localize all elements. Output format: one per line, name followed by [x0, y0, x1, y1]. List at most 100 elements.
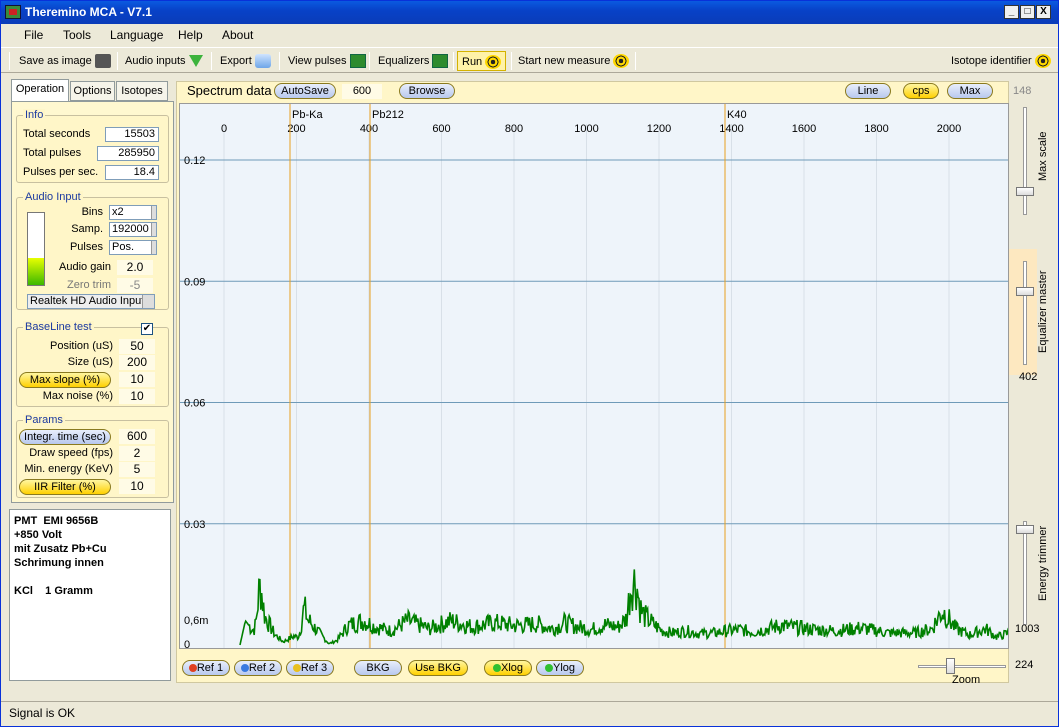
toolbar-grip	[9, 52, 10, 70]
right-sliders: 148 Max scale Equalizer master 402 Energ…	[1009, 81, 1059, 691]
menu-tools[interactable]: Tools	[63, 28, 91, 42]
save-image-button[interactable]: Save as image	[15, 51, 115, 71]
x-tick-label: 2000	[937, 123, 961, 135]
title-bar: Theremino MCA - V7.1 _ □ X	[1, 1, 1058, 24]
menu-file[interactable]: File	[24, 28, 43, 42]
audio-level-meter	[27, 212, 45, 286]
save-image-label: Save as image	[19, 55, 92, 67]
isotope-identifier-button[interactable]: Isotope identifier	[947, 51, 1055, 71]
dropdown-arrow-icon	[142, 295, 154, 308]
x-tick-label: 1600	[792, 123, 816, 135]
equalizer-thumb[interactable]	[1016, 287, 1034, 296]
audio-gain-value[interactable]: 2.0	[117, 260, 153, 275]
browse-button[interactable]: Browse	[399, 83, 455, 99]
ylog-button[interactable]: Ylog	[536, 660, 584, 676]
spectrum-plot[interactable]: 0200400600800100012001400160018002000220…	[179, 103, 1009, 649]
integr-time-button[interactable]: Integr. time (sec)	[19, 429, 111, 445]
toolbar-separator	[279, 52, 280, 70]
toolbar-separator	[635, 52, 636, 70]
baseline-checkbox[interactable]: ✔	[141, 323, 153, 335]
tab-options[interactable]: Options	[70, 81, 115, 101]
equalizers-label: Equalizers	[378, 55, 430, 67]
draw-speed-value[interactable]: 2	[119, 446, 155, 461]
iir-filter-button[interactable]: IIR Filter (%)	[19, 479, 111, 495]
menu-help[interactable]: Help	[178, 28, 203, 42]
pps-value: 18.4	[105, 165, 159, 180]
menu-about[interactable]: About	[222, 28, 253, 42]
equalizers-button[interactable]: Equalizers	[374, 51, 452, 71]
max-slope-value[interactable]: 10	[119, 372, 155, 387]
ylog-label: Ylog	[552, 662, 576, 674]
x-tick-label: 1400	[719, 123, 743, 135]
close-button[interactable]: X	[1036, 5, 1051, 19]
equalizer-label: Equalizer master	[1037, 270, 1049, 353]
autosave-button[interactable]: AutoSave	[274, 83, 336, 99]
spectrum-series-line	[239, 569, 1008, 646]
max-scale-thumb[interactable]	[1016, 187, 1034, 196]
audio-level-fill	[28, 257, 44, 285]
start-new-measure-button[interactable]: Start new measure	[514, 51, 633, 71]
iir-filter-value[interactable]: 10	[119, 479, 155, 494]
xlog-button[interactable]: Xlog	[484, 660, 532, 676]
audio-gain-label: Audio gain	[59, 261, 111, 273]
tab-operation[interactable]: Operation	[11, 79, 69, 101]
max-noise-value[interactable]: 10	[119, 389, 155, 404]
isotope-marker-label: Pb212	[372, 109, 404, 121]
integr-time-value[interactable]: 600	[119, 429, 155, 444]
zoom-track[interactable]	[918, 665, 1006, 668]
radiation-icon	[1034, 54, 1051, 69]
audio-inputs-label: Audio inputs	[125, 55, 186, 67]
view-pulses-button[interactable]: View pulses	[284, 51, 370, 71]
baseline-title: BaseLine test	[23, 321, 94, 333]
max-slope-button[interactable]: Max slope (%)	[19, 372, 111, 388]
audio-device-select[interactable]: Realtek HD Audio Input	[27, 294, 155, 309]
max-scale-track[interactable]	[1023, 107, 1027, 215]
zero-trim-value[interactable]: -5	[117, 278, 153, 293]
ref3-button[interactable]: Ref 3	[286, 660, 334, 676]
zoom-label: Zoom	[952, 674, 981, 686]
energy-trimmer-thumb[interactable]	[1016, 525, 1034, 534]
total-seconds-label: Total seconds	[23, 128, 91, 140]
audio-input-title: Audio Input	[23, 191, 83, 203]
max-noise-label: Max noise (%)	[42, 390, 113, 402]
min-energy-value[interactable]: 5	[119, 462, 155, 477]
status-bar: Signal is OK	[1, 701, 1058, 726]
minimize-button[interactable]: _	[1004, 5, 1019, 19]
energy-trimmer-track[interactable]	[1023, 521, 1027, 625]
export-button[interactable]: Export	[216, 51, 275, 71]
use-bkg-button[interactable]: Use BKG	[408, 660, 468, 676]
equalizer-track[interactable]	[1023, 261, 1027, 365]
samp-select[interactable]: 192000	[109, 222, 157, 237]
status-text: Signal is OK	[9, 706, 76, 720]
tab-isotopes[interactable]: Isotopes	[116, 81, 168, 101]
max-scale-label: Max scale	[1037, 131, 1049, 181]
bins-select[interactable]: x2	[109, 205, 157, 220]
bkg-button[interactable]: BKG	[354, 660, 402, 676]
maximize-button[interactable]: □	[1020, 5, 1035, 19]
pps-label: Pulses per sec.	[23, 166, 99, 178]
cps-button[interactable]: cps	[903, 83, 939, 99]
ref1-button[interactable]: Ref 1	[182, 660, 230, 676]
pulses-select[interactable]: Pos.	[109, 240, 157, 255]
radiation-icon	[613, 54, 630, 69]
line-button[interactable]: Line	[845, 83, 891, 99]
info-group: Info Total seconds 15503 Total pulses 28…	[16, 109, 169, 183]
camera-icon	[94, 54, 111, 69]
size-value[interactable]: 200	[119, 355, 155, 370]
max-button[interactable]: Max	[947, 83, 993, 99]
waveform-icon	[432, 54, 449, 69]
waveform-icon	[349, 54, 366, 69]
app-window: Theremino MCA - V7.1 _ □ X File Tools La…	[0, 0, 1059, 727]
green-dot-icon	[544, 664, 553, 673]
zoom-thumb[interactable]	[946, 658, 955, 674]
params-group: Params Integr. time (sec) 600 Draw speed…	[16, 414, 169, 498]
position-value[interactable]: 50	[119, 339, 155, 354]
ref2-button[interactable]: Ref 2	[234, 660, 282, 676]
menu-language[interactable]: Language	[110, 28, 163, 42]
size-label: Size (uS)	[67, 356, 113, 368]
notes-textarea[interactable]: PMT EMI 9656B +850 Volt mit Zusatz Pb+Cu…	[9, 509, 171, 681]
run-button[interactable]: Run	[457, 51, 507, 71]
audio-inputs-button[interactable]: Audio inputs	[121, 51, 207, 71]
total-seconds-value: 15503	[105, 127, 159, 142]
autosave-interval-value[interactable]: 600	[342, 84, 382, 99]
